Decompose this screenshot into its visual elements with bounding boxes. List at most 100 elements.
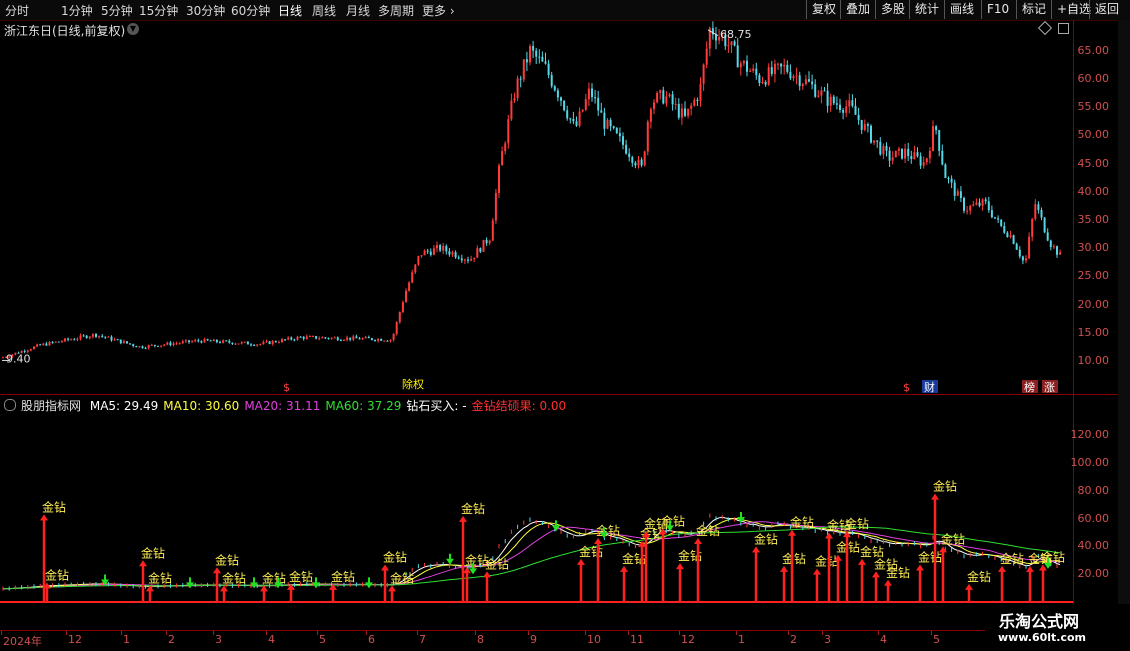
signal-arrow-head [884, 579, 892, 586]
period-tab-1[interactable]: 1分钟 [61, 2, 93, 19]
candle-body [848, 100, 851, 107]
period-tab-5[interactable]: 60分钟 [231, 2, 270, 19]
candle-body [563, 100, 566, 111]
candle-body [727, 45, 730, 47]
candle-body [1006, 232, 1009, 238]
candle-body [752, 68, 755, 71]
candle-body [761, 82, 764, 84]
candle-body [854, 105, 857, 115]
candle-body [488, 240, 491, 244]
candle-body [1000, 219, 1003, 226]
candle-body [398, 312, 401, 323]
event-mark: 榜 [1024, 380, 1035, 394]
signal-label: 金钻 [383, 549, 407, 564]
candle-body [842, 110, 845, 113]
indicator-tick: 40.00 [1077, 539, 1110, 553]
price-tick: 55.00 [1077, 100, 1110, 114]
signal-label: 金钻 [815, 554, 839, 569]
candle-body [919, 156, 922, 166]
watermark-title: 乐淘公式网 [999, 612, 1080, 631]
signal-arrow-head [858, 558, 866, 565]
candle-body [355, 336, 358, 339]
period-tab-10[interactable]: 更多 › [422, 2, 455, 19]
candle-body [773, 63, 776, 75]
candle-body [612, 126, 615, 128]
event-mark: $ [903, 381, 910, 394]
candle-body [76, 338, 79, 340]
candle-body [169, 342, 172, 346]
candle-body [767, 67, 770, 85]
candle-body [997, 218, 1000, 220]
signal-label: 金钻 [579, 544, 603, 559]
candle-body [832, 96, 835, 104]
signal-label: 金钻 [262, 570, 286, 585]
toolbar-button-0[interactable]: 复权 [806, 0, 841, 19]
period-tab-7[interactable]: 周线 [312, 2, 336, 19]
period-tab-2[interactable]: 5分钟 [101, 2, 133, 19]
period-tab-8[interactable]: 月线 [346, 2, 370, 19]
candle-body [330, 337, 333, 339]
price-tick: 45.00 [1077, 156, 1110, 170]
candle-body [928, 150, 931, 159]
period-tab-9[interactable]: 多周期 [378, 2, 414, 19]
toolbar-button-8[interactable]: 返回 [1089, 0, 1124, 19]
candle-body [969, 205, 972, 211]
candle-body [963, 197, 965, 211]
candle-body [1009, 235, 1012, 238]
candle-body [293, 339, 296, 341]
period-tab-0[interactable]: 分时 [5, 2, 29, 19]
settings-circle-icon[interactable] [4, 399, 16, 411]
period-tab-4[interactable]: 30分钟 [186, 2, 225, 19]
candle-body [1059, 252, 1062, 255]
signal-label: 金钻 [222, 570, 246, 585]
candle-body [978, 202, 981, 206]
price-tick: 50.00 [1077, 128, 1110, 142]
candle-body [591, 88, 593, 98]
candle-body [240, 342, 243, 344]
candle-body [1031, 218, 1034, 237]
toolbar-button-2[interactable]: 多股 [875, 0, 910, 19]
candle-body [485, 239, 488, 244]
candle-body [343, 339, 345, 341]
signal-label: 金钻 [967, 569, 991, 584]
signal-label: 金钻 [148, 570, 172, 585]
indicator-name[interactable]: 股朋指标网 [21, 399, 81, 413]
signal-arrow-head [788, 529, 796, 536]
candle-body [637, 159, 640, 166]
pane-divider[interactable] [0, 394, 1120, 395]
candle-body [755, 68, 758, 76]
toolbar-button-3[interactable]: 统计 [909, 0, 944, 19]
candle-body [426, 250, 429, 252]
toolbar-button-5[interactable]: F10 [981, 0, 1014, 19]
candle-body [265, 341, 268, 343]
legend-item: 金钻结硕果: 0.00 [471, 399, 567, 413]
candle-body [541, 56, 544, 62]
candle-body [101, 335, 104, 337]
signal-arrow-head [40, 514, 48, 521]
time-tick: 1 [123, 633, 130, 646]
candle-body [1021, 256, 1024, 261]
candle-body [225, 340, 228, 342]
candle-body [467, 259, 469, 261]
candle-body [243, 341, 246, 343]
candle-body [479, 248, 482, 252]
period-tab-6[interactable]: 日线 [278, 2, 302, 19]
candle-body [566, 110, 569, 119]
candle-body [1049, 240, 1052, 248]
candle-body [454, 252, 457, 258]
side-panel-strip[interactable] [1118, 20, 1130, 620]
toolbar-button-6[interactable]: 标记 [1016, 0, 1051, 19]
candle-body [795, 75, 798, 77]
candle-body [231, 342, 234, 345]
period-tab-3[interactable]: 15分钟 [139, 2, 178, 19]
toolbar-button-1[interactable]: 叠加 [840, 0, 875, 19]
candle-body [994, 217, 996, 219]
price-chart[interactable]: 68.759.40除权$ $ 财榜涨金钻金钻金钻金钻金钻金钻 金钻 金钻 金钻金钻金钻金钻… [0, 20, 1073, 630]
indicator-tick: 80.00 [1077, 483, 1110, 497]
candle-body [262, 342, 265, 345]
toolbar-button-4[interactable]: 画线 [944, 0, 979, 19]
candle-body [470, 259, 473, 261]
candle-body [222, 340, 225, 343]
candle-body [581, 109, 584, 112]
signal-label: 金钻 [485, 556, 509, 571]
